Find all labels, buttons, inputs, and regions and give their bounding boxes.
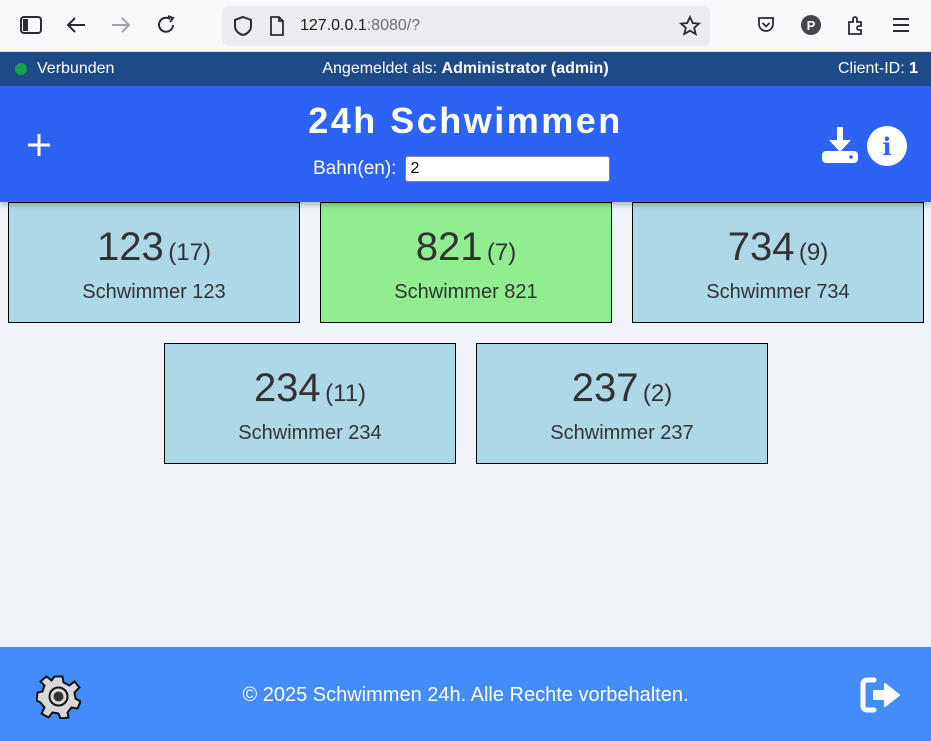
swimmer-number-line: 234 (11) [165,366,455,411]
url-host: 127.0.0.1 [300,17,367,34]
swimmer-lap-count: (9) [798,239,829,266]
info-button[interactable]: i [867,126,907,166]
swimmer-number: 234 [253,366,321,410]
svg-text:P: P [807,18,816,33]
swimmer-name: Schwimmer 821 [394,281,538,303]
logged-in-label: Angemeldet als: [322,60,438,77]
swimmer-number-line: 734 (9) [633,225,923,270]
swimmer-lap-count: (11) [325,380,367,407]
page-title: 24h Schwimmen [308,100,623,141]
swimmer-name: Schwimmer 234 [238,422,382,444]
app-footer: © 2025 Schwimmen 24h. Alle Rechte vorbeh… [0,647,931,741]
download-icon [822,127,858,163]
swimmer-name: Schwimmer 123 [82,281,226,303]
lanes-row: Bahn(en): [313,156,611,182]
url-text[interactable]: 127.0.0.1:8080/? [300,17,420,35]
swimmer-number-line: 237 (2) [477,366,767,411]
swimmer-card[interactable]: 821 (7) Schwimmer 821 [320,202,612,323]
swimmer-number: 237 [571,366,639,410]
client-id-label: Client-ID: [837,60,905,77]
logout-icon [860,677,900,713]
menu-icon[interactable] [888,12,914,38]
page-icon [264,13,290,39]
swimmer-number: 734 [727,225,795,269]
bookmark-star-icon[interactable] [677,13,703,39]
swimmer-number-line: 821 (7) [321,225,611,270]
swimmer-name: Schwimmer 237 [550,422,694,444]
swimmer-card[interactable]: 237 (2) Schwimmer 237 [476,343,768,464]
reload-icon[interactable] [153,12,179,38]
sidebar-toggle-icon[interactable] [18,12,44,38]
swimmer-number: 821 [415,225,483,269]
swimmer-lap-count: (7) [486,239,517,266]
profile-avatar-icon[interactable]: P [798,12,824,38]
back-icon[interactable] [63,12,89,38]
app-header: 24h Schwimmen Bahn(en): i [0,86,931,202]
client-id-info: Client-ID: 1 [838,60,918,78]
logged-in-info: Angemeldet als: Administrator (admin) [0,60,931,78]
address-bar[interactable]: 127.0.0.1:8080/? [222,6,710,46]
forward-icon[interactable] [108,12,134,38]
url-rest: :8080/? [366,17,421,34]
lanes-label: Bahn(en): [313,158,397,179]
swimmer-card[interactable]: 734 (9) Schwimmer 734 [632,202,924,323]
swimmer-card[interactable]: 123 (17) Schwimmer 123 [8,202,300,323]
logged-in-user: Administrator (admin) [441,60,609,77]
swimmer-number-line: 123 (17) [9,225,299,270]
pocket-icon[interactable] [753,12,779,38]
swimmer-lap-count: (17) [168,239,211,266]
extensions-icon[interactable] [843,12,869,38]
footer-copyright: © 2025 Schwimmen 24h. Alle Rechte vorbeh… [242,684,689,706]
swimmer-card[interactable]: 234 (11) Schwimmer 234 [164,343,456,464]
download-button[interactable] [820,126,860,164]
swimmer-name: Schwimmer 734 [706,281,850,303]
client-id-value: 1 [909,60,918,77]
swimmer-lap-count: (2) [642,380,673,407]
browser-toolbar: 127.0.0.1:8080/? P [0,0,931,52]
swimmer-number: 123 [97,225,164,269]
shield-icon[interactable] [230,13,256,39]
status-bar: Verbunden Angemeldet als: Administrator … [0,52,931,86]
lanes-input[interactable] [405,156,611,182]
logout-button[interactable] [860,676,902,714]
info-icon: i [882,131,892,161]
